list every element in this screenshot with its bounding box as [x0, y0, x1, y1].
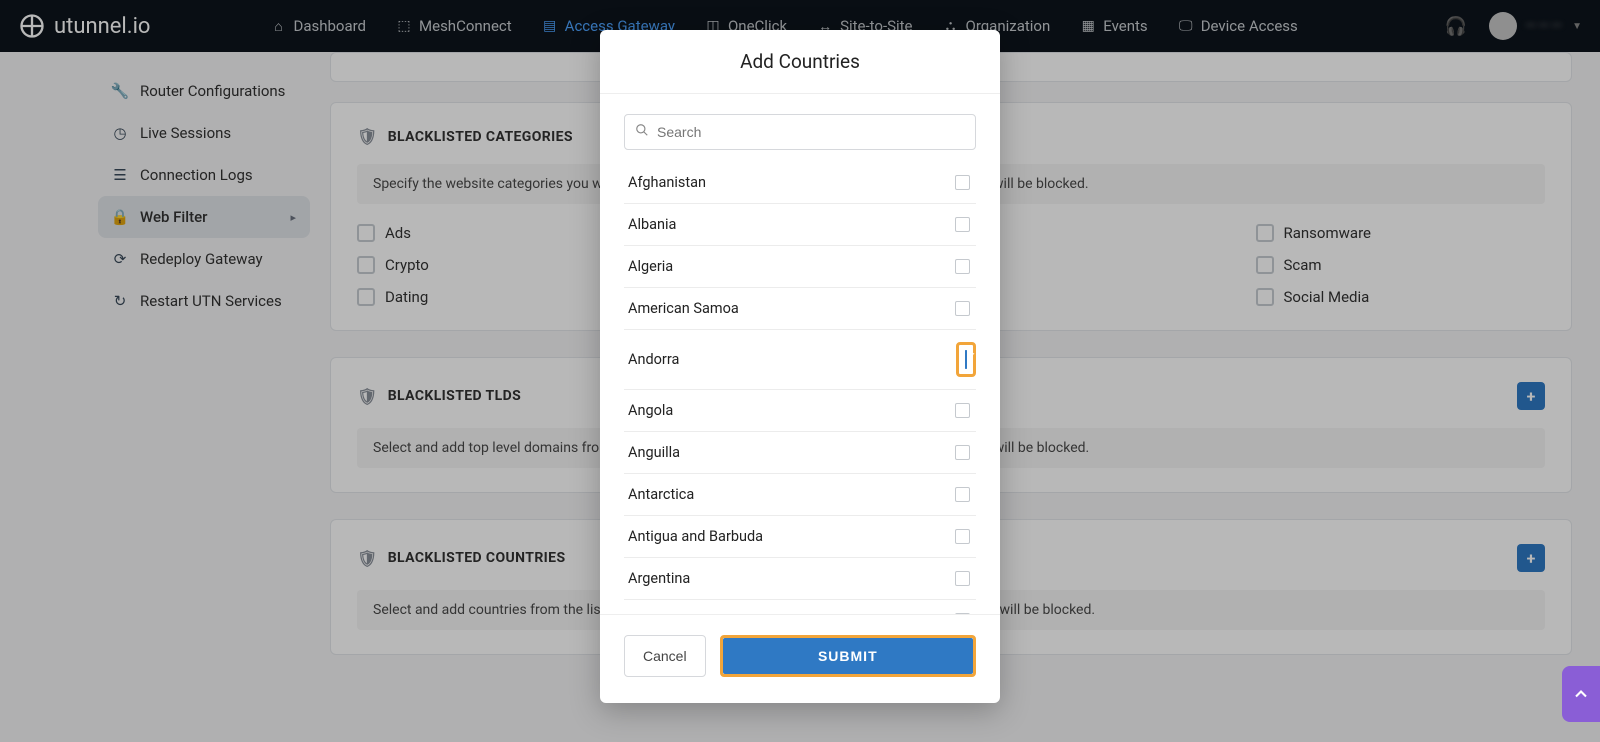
- country-name: Antigua and Barbuda: [628, 528, 763, 545]
- highlight-box: [956, 342, 976, 377]
- country-row-albania[interactable]: Albania: [624, 204, 976, 246]
- checkbox[interactable]: [955, 403, 970, 418]
- country-name: Anguilla: [628, 444, 680, 461]
- checkbox[interactable]: [965, 350, 967, 369]
- country-row-algeria[interactable]: Algeria: [624, 246, 976, 288]
- checkbox[interactable]: [955, 571, 970, 586]
- add-countries-modal: Add Countries AfghanistanAlbaniaAlgeriaA…: [600, 30, 1000, 703]
- checkbox[interactable]: [955, 529, 970, 544]
- modal-footer: Cancel SUBMIT: [600, 614, 1000, 703]
- country-row-anguilla[interactable]: Anguilla: [624, 432, 976, 474]
- country-row-armenia[interactable]: Armenia: [624, 600, 976, 614]
- country-name: American Samoa: [628, 300, 739, 317]
- country-name: Albania: [628, 216, 676, 233]
- search-input[interactable]: [657, 124, 965, 140]
- country-row-andorra[interactable]: Andorra: [624, 330, 976, 390]
- country-row-antigua-and-barbuda[interactable]: Antigua and Barbuda: [624, 516, 976, 558]
- checkbox[interactable]: [955, 175, 970, 190]
- checkbox[interactable]: [955, 487, 970, 502]
- cancel-button[interactable]: Cancel: [624, 635, 706, 677]
- submit-highlight: SUBMIT: [720, 635, 976, 677]
- country-row-afghanistan[interactable]: Afghanistan: [624, 162, 976, 204]
- country-name: Algeria: [628, 258, 673, 275]
- country-row-american-samoa[interactable]: American Samoa: [624, 288, 976, 330]
- modal-body: Afghanistan Albania Algeria American Samoa A…: [600, 94, 1000, 614]
- country-search[interactable]: [624, 114, 976, 150]
- modal-title: Add Countries: [600, 30, 1000, 94]
- country-name: Argentina: [628, 570, 690, 587]
- country-row-argentina[interactable]: Argentina: [624, 558, 976, 600]
- checkbox[interactable]: [955, 301, 970, 316]
- country-name: Antarctica: [628, 486, 694, 503]
- checkbox[interactable]: [955, 259, 970, 274]
- scroll-top-fab[interactable]: [1562, 666, 1600, 722]
- checkbox[interactable]: [955, 217, 970, 232]
- country-name: Angola: [628, 402, 673, 419]
- country-name: Andorra: [628, 351, 679, 368]
- checkbox[interactable]: [955, 613, 970, 614]
- submit-button[interactable]: SUBMIT: [723, 638, 973, 674]
- country-name: Afghanistan: [628, 174, 706, 191]
- search-icon: [635, 123, 649, 141]
- country-list: Afghanistan Albania Algeria American Samoa A…: [624, 162, 976, 614]
- country-name: Armenia: [628, 612, 682, 614]
- country-row-antarctica[interactable]: Antarctica: [624, 474, 976, 516]
- checkbox[interactable]: [955, 445, 970, 460]
- country-row-angola[interactable]: Angola: [624, 390, 976, 432]
